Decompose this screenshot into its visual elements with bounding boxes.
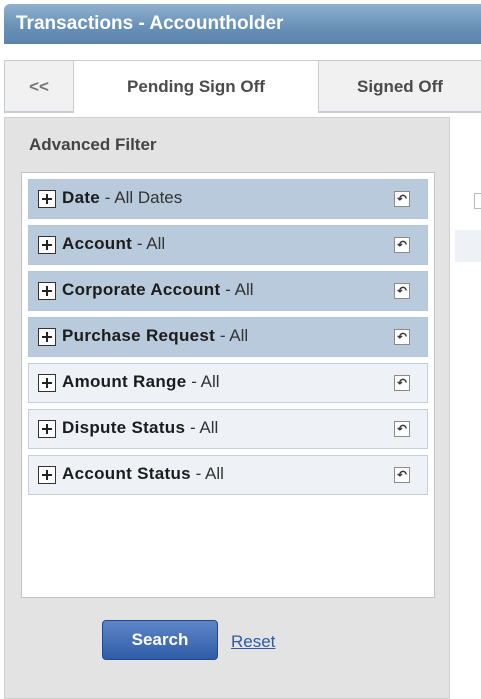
filter-label-amount-range: Amount Range - All — [62, 372, 220, 391]
search-button[interactable]: Search — [102, 620, 218, 660]
results-row — [455, 230, 481, 262]
undo-icon[interactable]: ↶ — [394, 421, 410, 437]
tab-back[interactable]: << — [4, 60, 74, 112]
undo-icon[interactable]: ↶ — [394, 375, 410, 391]
advanced-filter-title: Advanced Filter — [29, 135, 157, 154]
expand-icon[interactable] — [38, 190, 56, 208]
filter-row-amount-range[interactable]: Amount Range - All ↶ — [28, 363, 428, 403]
expand-icon[interactable] — [38, 466, 56, 484]
undo-icon[interactable]: ↶ — [394, 467, 410, 483]
window-title: Transactions - Accountholder — [4, 4, 481, 44]
filter-label-dispute-status: Dispute Status - All — [62, 418, 219, 437]
tab-pending-sign-off[interactable]: Pending Sign Off — [74, 60, 319, 113]
filter-label-corporate-account: Corporate Account - All — [62, 280, 254, 299]
advanced-filter-panel: Advanced Filter Date - All Dates ↶ Accou… — [4, 117, 450, 699]
undo-icon[interactable]: ↶ — [394, 237, 410, 253]
undo-icon[interactable]: ↶ — [394, 329, 410, 345]
filter-row-dispute-status[interactable]: Dispute Status - All ↶ — [28, 409, 428, 449]
filter-label-purchase-request: Purchase Request - All — [62, 326, 249, 345]
results-checkbox[interactable] — [474, 193, 481, 209]
undo-icon[interactable]: ↶ — [394, 283, 410, 299]
reset-link[interactable]: Reset — [231, 632, 275, 652]
filter-row-purchase-request[interactable]: Purchase Request - All ↶ — [28, 317, 428, 357]
filter-row-account-status[interactable]: Account Status - All ↶ — [28, 455, 428, 495]
filter-row-date[interactable]: Date - All Dates ↶ — [28, 179, 428, 219]
expand-icon[interactable] — [38, 374, 56, 392]
filter-row-account[interactable]: Account - All ↶ — [28, 225, 428, 265]
expand-icon[interactable] — [38, 282, 56, 300]
filter-row-corporate-account[interactable]: Corporate Account - All ↶ — [28, 271, 428, 311]
filter-label-date: Date - All Dates — [62, 188, 183, 207]
filter-label-account-status: Account Status - All — [62, 464, 224, 483]
undo-icon[interactable]: ↶ — [394, 191, 410, 207]
app-frame: Transactions - Accountholder << Pending … — [0, 0, 481, 699]
filter-list: Date - All Dates ↶ Account - All ↶ Corpo… — [21, 172, 435, 598]
expand-icon[interactable] — [38, 236, 56, 254]
tab-bar: << Pending Sign Off Signed Off — [4, 60, 481, 113]
expand-icon[interactable] — [38, 420, 56, 438]
tab-signed-off[interactable]: Signed Off — [319, 60, 481, 112]
expand-icon[interactable] — [38, 328, 56, 346]
filter-label-account: Account - All — [62, 234, 166, 253]
